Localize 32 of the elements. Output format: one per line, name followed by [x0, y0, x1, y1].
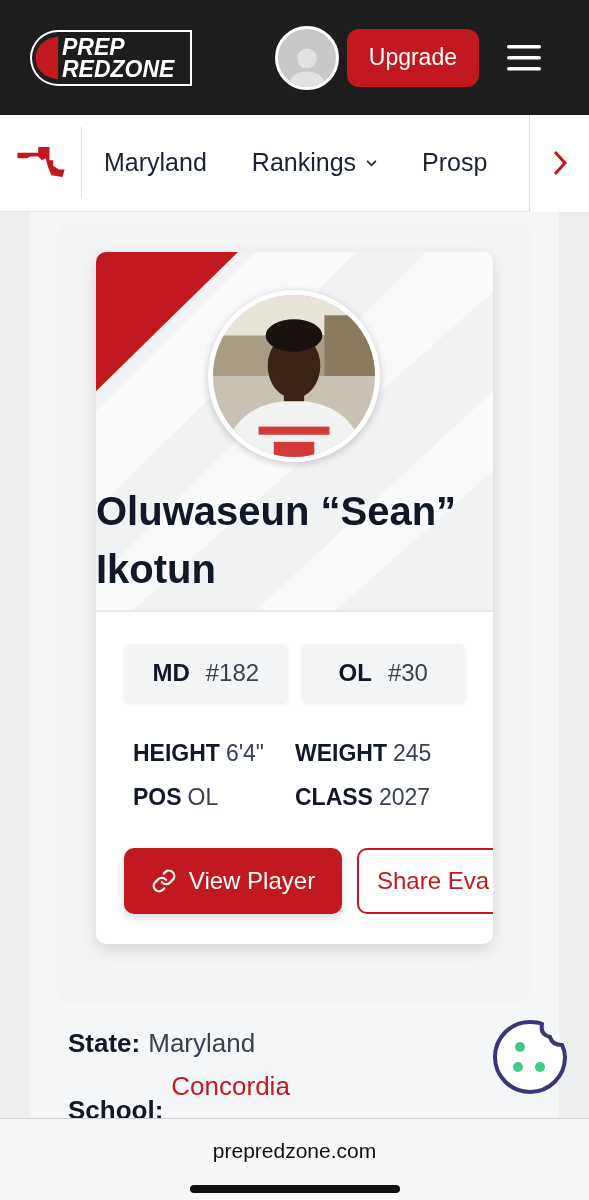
stat-value: 245	[393, 739, 432, 768]
chevron-down-icon	[366, 159, 378, 167]
nav-link[interactable]: Rankings	[251, 144, 378, 182]
school-link[interactable]: Concordia	[171, 1067, 290, 1106]
cookie-icon[interactable]	[492, 1019, 568, 1095]
menu-icon[interactable]	[507, 44, 541, 71]
state-map-icon[interactable]	[16, 147, 65, 179]
stat-value: 2027	[378, 783, 431, 812]
stat-label: CLASS	[295, 783, 373, 812]
detail-value: Maryland	[148, 1027, 256, 1060]
stat-value: 6'4"	[225, 739, 265, 768]
rank-value: #182	[205, 658, 260, 688]
stat-label: HEIGHT	[133, 739, 220, 768]
nav-link[interactable]: Maryland	[104, 144, 207, 182]
nav-link[interactable]: Prosp	[422, 144, 488, 182]
stat-label: WEIGHT	[295, 739, 387, 768]
stat-value: OL	[187, 783, 219, 812]
detail-label: State:	[68, 1027, 141, 1060]
player-name: Oluwaseun “Sean” Ikotun	[96, 488, 458, 593]
logo-text: PREP	[62, 35, 126, 58]
view-player-button[interactable]: View Player	[124, 848, 342, 914]
chevron-right-icon[interactable]	[552, 150, 567, 176]
logo-text: REDZONE	[62, 57, 175, 80]
rank-label: MD	[152, 658, 190, 688]
stat-label: POS	[133, 783, 182, 812]
url-text[interactable]: prepredzone.com	[212, 1135, 377, 1167]
rank-label: OL	[338, 658, 372, 688]
upgrade-button[interactable]: Upgrade	[346, 28, 479, 87]
share-button[interactable]: Share Eva	[357, 848, 493, 914]
link-icon	[150, 868, 177, 894]
logo[interactable]: PREP REDZONE	[30, 29, 192, 86]
rank-value: #30	[387, 658, 428, 688]
